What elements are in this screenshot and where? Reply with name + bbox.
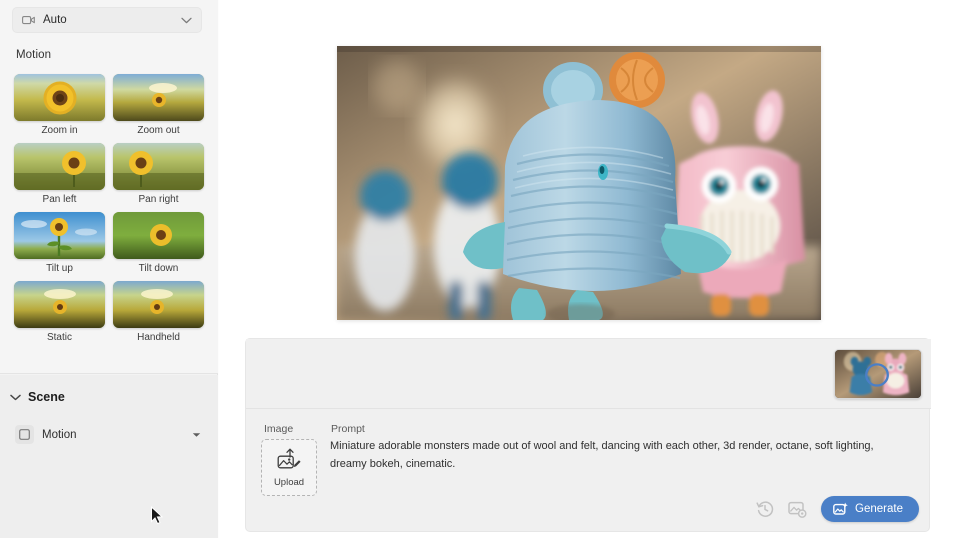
chevron-down-icon [10,394,21,401]
video-preview[interactable] [337,46,821,320]
motion-preset-label: Tilt up [46,263,73,274]
motion-preset-label: Tilt down [138,263,179,274]
motion-preset-thumbnail [113,212,204,259]
motion-preset-thumbnail [14,281,105,328]
motion-preset-handheld[interactable]: Handheld [113,281,204,345]
scene-motion-label: Motion [42,428,77,441]
motion-preset-label: Zoom out [137,125,180,136]
motion-preset-label: Zoom in [41,125,78,136]
motion-preset-thumbnail [14,143,105,190]
motion-preset-tilt-down[interactable]: Tilt down [113,212,204,276]
motion-preset-zoom-out[interactable]: Zoom out [113,74,204,138]
motion-panel-scroll: Auto Motion Zoom in Zoom out Pan left Pa… [0,0,218,374]
scene-title: Scene [28,390,65,404]
image-upload-button[interactable]: Upload [261,439,317,496]
motion-preset-zoom-in[interactable]: Zoom in [14,74,105,138]
generate-button-label: Generate [855,503,903,515]
image-settings-icon[interactable] [788,500,807,518]
prompt-panel: Image Upload Prompt Miniature adorable m… [245,338,931,533]
motion-preset-label: Static [46,332,72,343]
prompt-actions: Generate [756,496,919,522]
scene-section-header[interactable]: Scene [10,390,65,404]
camera-mode-select[interactable]: Auto [12,7,202,33]
square-icon [15,425,34,444]
scene-motion-dropdown[interactable]: Motion [9,422,209,447]
prompt-input-row: Image Upload Prompt Miniature adorable m… [246,409,931,533]
motion-preset-tilt-up[interactable]: Tilt up [14,212,105,276]
sparkle-image-icon [833,502,848,516]
filmstrip [246,339,931,409]
app-root: Auto Motion Zoom in Zoom out Pan left Pa… [0,0,956,538]
motion-preset-static[interactable]: Static [14,281,105,345]
mouse-cursor [150,505,164,530]
history-clock-icon[interactable] [756,500,774,518]
motion-preset-grid: Zoom in Zoom out Pan left Pan right Tilt… [14,74,204,345]
generate-button[interactable]: Generate [821,496,919,522]
camera-mode-value: Auto [43,14,67,26]
image-upload-icon [276,448,302,475]
motion-section-title: Motion [16,49,52,61]
motion-preset-pan-right[interactable]: Pan right [113,143,204,207]
motion-preset-thumbnail [14,212,105,259]
canvas-area [219,0,956,332]
motion-preset-thumbnail [113,143,204,190]
scene-section: Scene Motion Motion intensity [0,375,218,538]
left-sidebar: Auto Motion Zoom in Zoom out Pan left Pa… [0,0,218,538]
caret-down-icon [192,432,201,438]
image-column-label: Image [264,423,294,435]
motion-preset-label: Pan left [42,194,77,205]
motion-preset-thumbnail [113,74,204,121]
motion-preset-label: Handheld [137,332,180,343]
motion-preset-pan-left[interactable]: Pan left [14,143,105,207]
motion-preset-thumbnail [113,281,204,328]
prompt-column-label: Prompt [331,423,365,435]
prompt-input[interactable]: Miniature adorable monsters made out of … [330,438,910,473]
motion-preset-label: Pan right [138,194,179,205]
image-upload-label: Upload [273,476,305,488]
motion-preset-thumbnail [14,74,105,121]
filmstrip-thumbnail[interactable] [834,349,922,399]
main-stage: Image Upload Prompt Miniature adorable m… [219,0,956,538]
camera-icon [22,15,35,25]
chevron-down-icon [181,17,192,24]
